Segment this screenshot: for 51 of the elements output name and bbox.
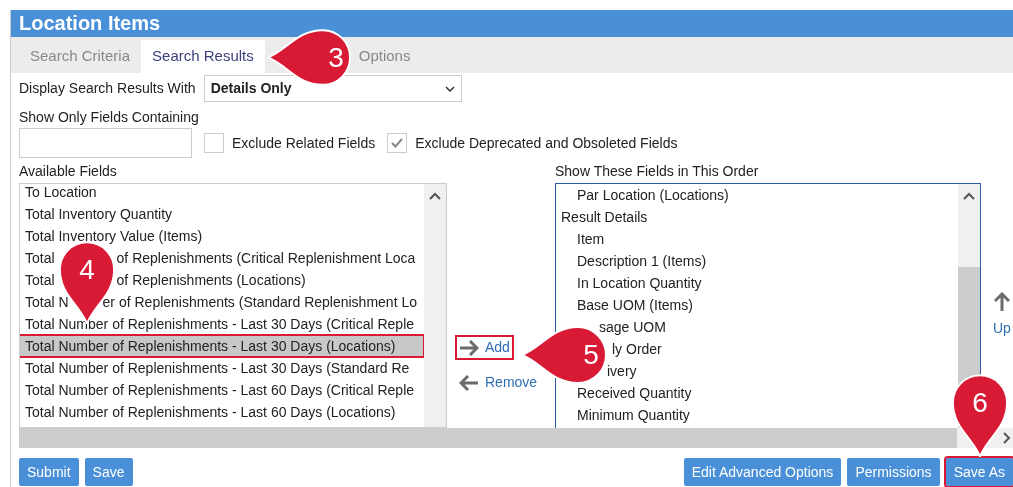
chevron-down-icon <box>444 85 455 92</box>
list-item[interactable]: Total Number of Replenishments - Last 30 Days (Standard Re <box>25 357 410 379</box>
list-label: Available Fields <box>19 162 117 180</box>
list-item[interactable]: Total Inventory Value (Items) <box>25 225 203 247</box>
list-item[interactable]: Total Number of Replenishments - Last 30 Days (Critical Reple <box>25 313 415 335</box>
arrow-left-icon <box>459 374 479 391</box>
chevron-up-icon <box>429 192 441 200</box>
list-item[interactable]: Minimum Quantity <box>577 404 690 426</box>
chevron-right-icon <box>1003 432 1011 444</box>
checkbox-label: Exclude Related Fields <box>232 133 376 153</box>
horizontal-scrollbar[interactable] <box>19 428 1013 448</box>
input-field[interactable] <box>19 128 192 158</box>
arrow-right-icon <box>459 339 479 356</box>
callout-marker: 6 <box>951 373 1009 457</box>
list-item[interactable]: Par Location (Locations) <box>577 184 729 206</box>
list-item[interactable]: Received Quantity <box>577 382 692 404</box>
list-item[interactable]: Total Number of Replenishments - Last 60 Days (Critical Reple <box>25 379 415 401</box>
list-label: Show These Fields in This Order <box>555 162 759 180</box>
arrow-up-icon <box>993 292 1010 312</box>
list-item[interactable]: Total N <box>25 291 69 313</box>
field-label: Display Search Results With <box>19 79 196 98</box>
list-item[interactable]: of Replenishments (Locations) <box>116 269 306 291</box>
list-item[interactable]: sage UOM <box>599 316 666 338</box>
window-title: Location Items <box>11 10 1013 37</box>
group-heading: Result Details <box>560 208 649 227</box>
list-item[interactable]: Total Number of Replenishments - Last 60 Days (Locations) <box>25 401 396 423</box>
checkbox[interactable] <box>387 133 408 153</box>
chevron-up-icon <box>963 192 975 200</box>
list-item[interactable]: Base UOM (Items) <box>577 294 693 316</box>
list-item[interactable]: of Replenishments (Critical Replenishment Loca <box>116 247 416 269</box>
field-label: Show Only Fields Containing <box>18 108 199 126</box>
list-item[interactable]: Total <box>25 247 55 269</box>
scrollbar[interactable] <box>424 184 446 427</box>
check-icon <box>391 138 404 148</box>
list-item[interactable]: To Location <box>25 184 97 203</box>
scrollbar[interactable] <box>958 184 980 372</box>
add-button[interactable]: Add <box>457 337 512 358</box>
list-item[interactable]: Total Inventory Quantity <box>25 203 173 225</box>
checkbox[interactable] <box>204 133 224 153</box>
list-item[interactable]: In Location Quantity <box>577 272 702 294</box>
up-button[interactable]: Up <box>993 292 1011 339</box>
checkbox-label: Exclude Deprecated and Obsoleted Fields <box>415 133 678 153</box>
list-item[interactable]: ivery <box>607 360 637 382</box>
list-item[interactable]: Description 1 (Items) <box>577 250 707 272</box>
list-item[interactable]: Total Number of Replenishments - Last 30 Days (Locations) <box>20 335 424 357</box>
tab[interactable]: Search Results <box>141 40 265 73</box>
list-item[interactable]: er of Replenishments (Standard Replenishment Lo <box>102 291 417 313</box>
list-item[interactable]: Total <box>25 269 55 291</box>
list-item[interactable]: ly Order <box>612 338 662 360</box>
list-item[interactable]: Item <box>577 228 605 250</box>
remove-button[interactable]: Remove <box>457 372 540 393</box>
